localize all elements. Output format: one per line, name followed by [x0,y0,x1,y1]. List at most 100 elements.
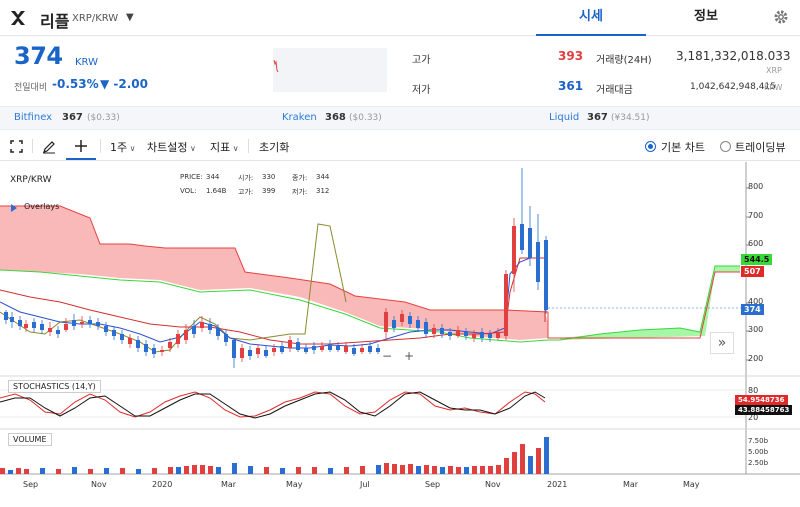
candle-body [304,348,308,352]
volume-bar [456,467,461,474]
volume-bar [16,468,21,474]
stochastics-pane [0,389,746,419]
volume-bar [184,466,189,474]
chevron-down-icon[interactable]: ▼ [126,12,134,23]
low-label: 저가 [412,85,431,96]
stoch-k-line [0,391,546,418]
volume-bar [296,467,301,474]
volume-bar [536,448,541,474]
pair-label[interactable]: XRP/KRW [72,13,118,24]
cloud-b-badge: 507 [741,266,764,277]
reset-button[interactable]: 초기화 [259,139,289,155]
volume-bar [480,466,485,474]
interval-select[interactable]: 1주 ∨ [110,139,136,155]
zoom-in-button[interactable]: + [400,349,418,365]
candle-body [440,328,444,334]
chart-canvas[interactable] [0,162,800,503]
divider [100,139,101,153]
volume-bar [408,464,413,474]
candle-body [64,324,68,330]
volume-bar [200,465,205,474]
candle-body [488,334,492,338]
candle-body [136,340,140,348]
crosshair-icon[interactable] [74,139,88,153]
stoch-d-badge: 43.88458763 [735,405,793,415]
coin-name: 리플 [40,12,70,31]
indicators-menu[interactable]: 지표 ∨ [210,139,239,155]
exchange-name[interactable]: Kraken [282,112,317,123]
tab-info[interactable]: 정보 [650,0,762,36]
price-tick: 600 [748,239,764,248]
chart-settings-menu[interactable]: 차트설정 ∨ [147,139,196,155]
volume-bar [208,466,213,474]
overlays-label[interactable]: Overlays [24,202,59,211]
info-price-label: PRICE: [180,173,203,181]
x-tick: 2020 [152,480,173,489]
stoch-d-line [0,391,546,419]
candle-body [288,340,292,348]
exchange-name[interactable]: Bitfinex [14,112,52,123]
volume-bar [432,466,437,474]
volume-bar [72,467,77,474]
volume-bar [280,468,285,474]
candle-body [472,334,476,338]
candle-body [208,324,212,330]
tradingview-radio[interactable] [720,141,731,152]
candle-body [432,328,436,334]
tab-quote[interactable]: 시세 [536,0,646,36]
candle-body [408,316,412,324]
info-low: 312 [316,187,330,195]
info-open: 330 [262,173,276,181]
x-tick: Nov [485,480,501,489]
volume-bar [56,469,61,474]
volume-bar [312,467,317,474]
exchange-name[interactable]: Liquid [549,112,579,123]
candle-body [464,332,468,336]
candle-body [400,314,404,322]
candle-body [312,346,316,350]
volume-bar [24,469,29,474]
overlay-toggle-icon[interactable] [11,204,17,212]
volume-title: VOLUME [8,433,52,446]
candle-body [168,342,172,348]
volume-bar [168,467,173,474]
exchange-price: 367 [62,112,83,123]
fullscreen-icon[interactable] [10,140,23,153]
candle-body [328,344,332,350]
change-absolute: ▼ -2.00 [100,77,148,91]
pencil-icon[interactable] [42,140,56,154]
candle-body [520,224,524,250]
candle-body [352,348,356,354]
stochastics-title: STOCHASTICS (14,Y) [8,380,101,393]
scroll-right-button[interactable]: » [710,332,734,354]
volume-bar [152,468,157,474]
volume-pane [0,437,549,474]
tradingview-label[interactable]: 트레이딩뷰 [735,139,786,155]
candle-body [448,332,452,336]
candle-body [160,350,164,352]
amount-label: 거래대금 [596,85,633,96]
volume-unit: XRP [766,66,782,75]
candle-body [176,334,180,344]
volume-bar [120,468,125,474]
basic-chart-label[interactable]: 기본 차트 [661,139,705,155]
basic-chart-radio[interactable] [645,141,656,152]
volume-bar [528,456,533,474]
candle-body [280,346,284,352]
info-close-label: 종가: [292,174,308,182]
volume-bar [360,466,365,474]
candle-body [528,228,532,258]
candle-body [88,320,92,324]
volume-bar [264,467,269,474]
price-chart[interactable]: XRP/KRW Overlays PRICE: 344 시가: 330 종가: … [0,162,800,503]
candle-body [120,334,124,340]
candle-body [424,322,428,334]
candle-body [192,326,196,334]
volume-bar [448,466,453,474]
candle-body [256,348,260,354]
chart-settings-label: 차트설정 [147,141,188,154]
high-value: 393 [558,49,584,63]
gear-icon[interactable] [772,8,790,26]
zoom-out-button[interactable]: − [378,349,396,365]
volume-bar [232,463,237,474]
